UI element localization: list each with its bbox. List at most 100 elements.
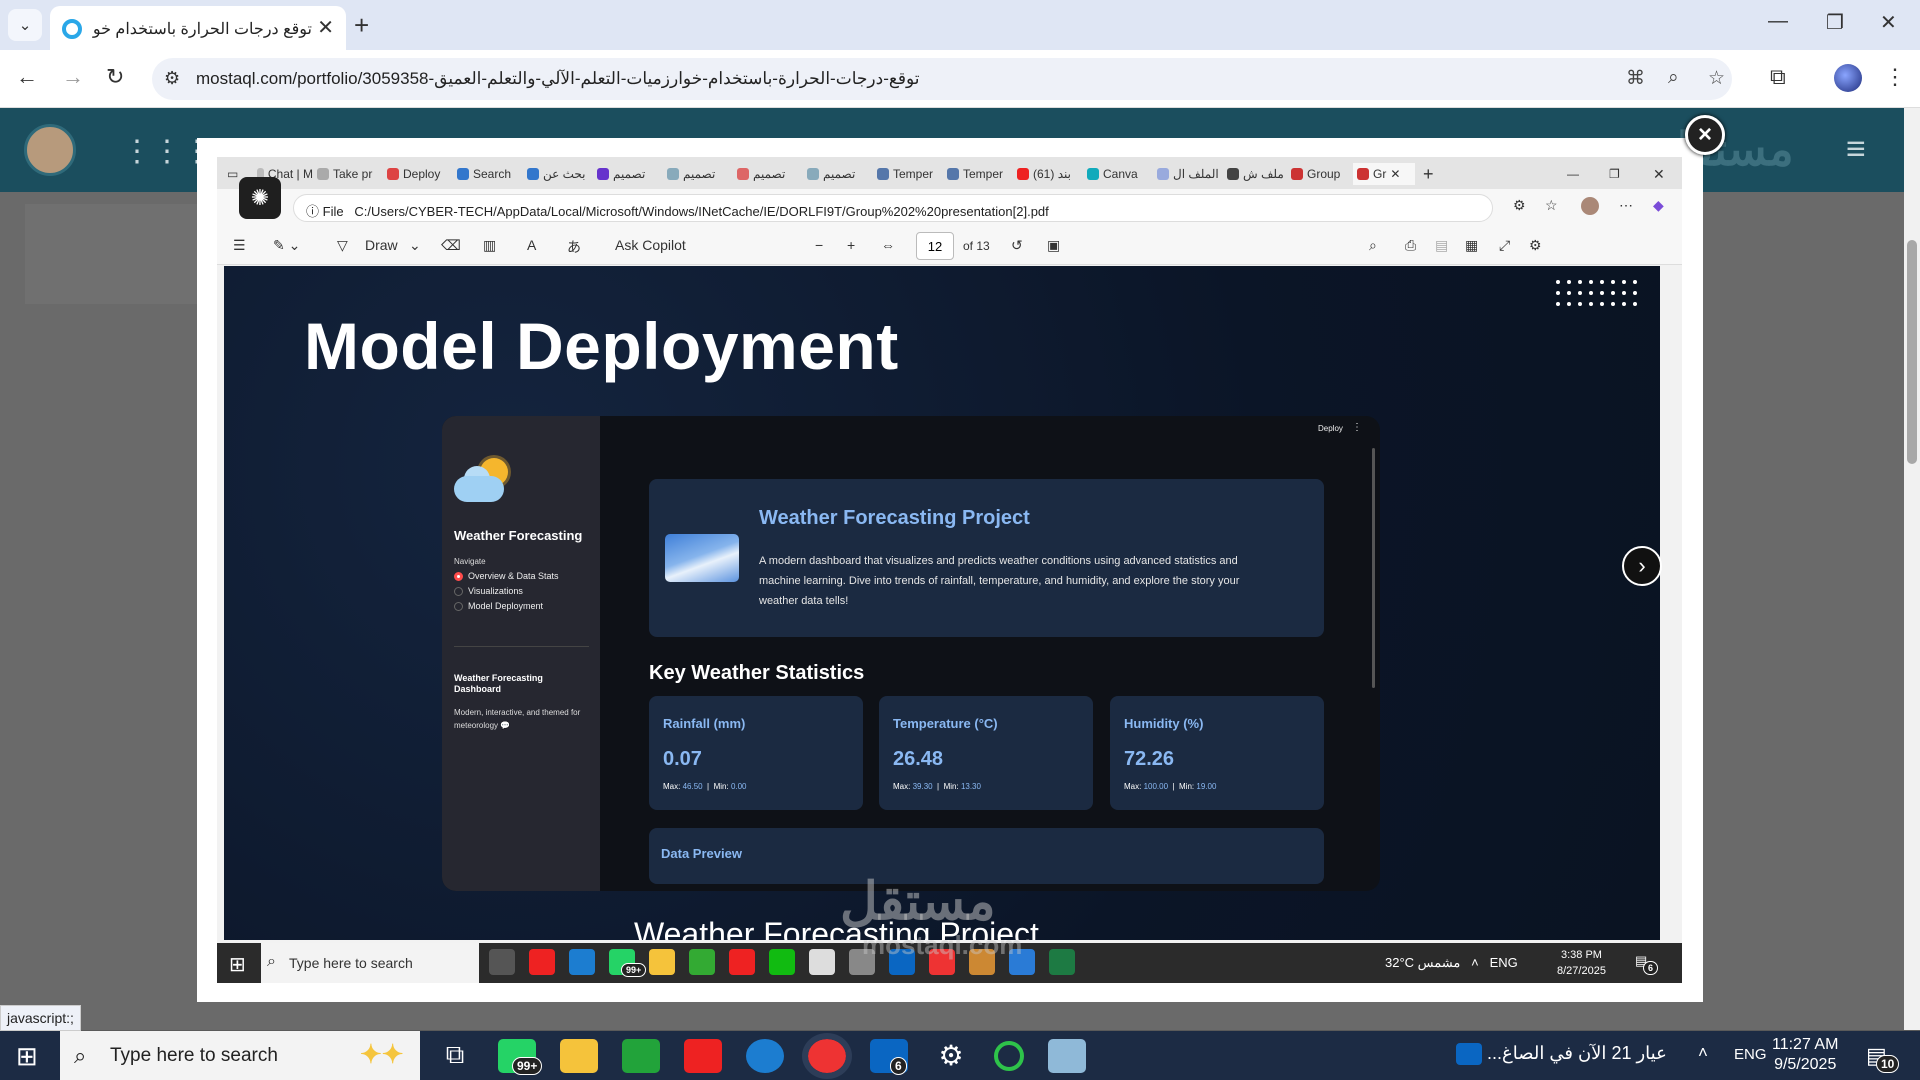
chrome-taskbar-icon[interactable] (802, 1033, 852, 1079)
taskbar-lang[interactable]: ENG (1734, 1046, 1767, 1063)
page-view-icon: ▥ (483, 237, 497, 253)
inner-tab: بحث عن (527, 163, 593, 185)
fit-width-icon: ⇔ (881, 237, 895, 253)
save-icon: ▤ (1435, 237, 1449, 253)
new-tab-button[interactable]: + (354, 10, 369, 41)
linkedin-taskbar-icon[interactable]: 6 (870, 1039, 908, 1075)
whatsapp-icon: 99+ (609, 949, 647, 977)
inner-tab: Deploy (387, 163, 453, 185)
minimize-icon[interactable]: — (1768, 10, 1788, 33)
tab-active[interactable]: توقع درجات الحرارة باستخدام خوارزميات ✕ (50, 6, 346, 50)
inner-extensions-icon: ⚙ (1513, 197, 1526, 213)
inner-tab-active: Gr ✕ (1353, 163, 1415, 185)
inner-tab: Temper (947, 163, 1013, 185)
excel-icon (1049, 949, 1075, 975)
sheets-taskbar-icon[interactable] (622, 1039, 660, 1073)
task-view-icon (489, 949, 515, 975)
task-view-button[interactable]: ⧉ (436, 1039, 474, 1073)
tab-search-dropdown[interactable]: ⌄ (8, 9, 42, 41)
stat-minmax: Max: 100.00 | Min: 19.00 (1124, 782, 1217, 791)
inner-tab: تصميم (807, 163, 873, 185)
inner-tab: تصميم (737, 163, 803, 185)
page-scrollbar-thumb[interactable] (1907, 240, 1917, 464)
dashboard-title: Weather Forecasting Dashboard (454, 673, 543, 694)
edge-taskbar-icon[interactable] (746, 1039, 784, 1073)
youtube-taskbar-icon[interactable] (684, 1039, 722, 1073)
start-button[interactable]: ⊞ (16, 1041, 38, 1072)
fullscreen-icon: ⤢ (1499, 237, 1511, 253)
stat-card-rainfall: Rainfall (mm) 0.07 Max: 46.50 | Min: 0.0… (649, 696, 863, 810)
app-deploy-button: Deploy (1318, 424, 1343, 433)
stat-value: 26.48 (893, 748, 944, 770)
inner-close-icon: ✕ (1653, 165, 1665, 182)
clouds-image (665, 534, 739, 582)
radio-visualizations: Visualizations (454, 586, 523, 596)
save-as-icon: ▦ (1465, 237, 1479, 253)
copilot-sparkle-icon: ✦✦ (360, 1039, 404, 1069)
zoom-icon[interactable]: ⌕ (1668, 67, 1679, 89)
inner-tab: الملف ال (1157, 163, 1223, 185)
draw-label: Draw (365, 237, 398, 253)
pdf-slide: Model Deployment Weather Forecasting Nav… (224, 266, 1660, 940)
taskbar-clock[interactable]: 11:27 AM 9/5/2025 (1772, 1035, 1838, 1075)
page-card (25, 204, 200, 304)
contents-icon: ☰ (233, 237, 246, 253)
profile-avatar[interactable] (1834, 64, 1862, 92)
weather-sun-cloud-icon (454, 454, 510, 506)
modal-close-button[interactable]: × (1685, 115, 1725, 155)
ring-app-icon (769, 949, 795, 975)
stat-minmax: Max: 39.30 | Min: 13.30 (893, 782, 981, 791)
address-bar[interactable]: ⚙ mostaql.com/portfolio/3059358-توقع-درج… (152, 58, 1732, 100)
inner-new-tab-icon: + (1423, 163, 1434, 184)
eraser-icon: ⌫ (441, 237, 461, 253)
taskbar-news-widget[interactable]: عيار 21 الآن في الصاغ... (1456, 1043, 1667, 1066)
stat-minmax: Max: 46.50 | Min: 0.00 (663, 782, 747, 791)
translate-icon[interactable]: ⌘ (1626, 67, 1645, 90)
site-info-icon[interactable]: ⚙ (164, 68, 180, 89)
read-aloud-icon: A (527, 237, 537, 253)
browser-toolbar: ← → ↻ ⚙ mostaql.com/portfolio/3059358-تو… (0, 50, 1920, 108)
stat-card-humidity: Humidity (%) 72.26 Max: 100.00 | Min: 19… (1110, 696, 1324, 810)
app-sidebar-title: Weather Forecasting (454, 528, 583, 543)
app-scrollbar (1372, 448, 1375, 688)
next-image-arrow[interactable]: › (1622, 546, 1662, 586)
inner-tray: 32°C مشمس ˄ ENG (1385, 955, 1518, 970)
whatsapp-taskbar-icon[interactable]: 99+ (498, 1039, 543, 1075)
taskbar-search[interactable]: ⌕ Type here to search ✦✦ (60, 1031, 420, 1080)
draw-dropdown-icon: ⌄ (409, 237, 421, 253)
back-button[interactable]: ← (16, 64, 38, 90)
inner-copilot-icon: ◆ (1653, 197, 1664, 213)
youtube-icon (529, 949, 555, 975)
restore-icon[interactable]: ❐ (1826, 10, 1844, 35)
notification-center-icon[interactable]: ▤ 10 (1866, 1043, 1900, 1073)
reload-button[interactable]: ↻ (106, 64, 124, 90)
ring-app-taskbar-icon[interactable] (994, 1041, 1024, 1071)
pdf-search-icon: ⌕ (1369, 237, 1377, 253)
inner-tab: Search (457, 163, 523, 185)
extensions-icon[interactable]: ⧉ (1770, 64, 1786, 90)
forward-button[interactable]: → (62, 64, 84, 90)
stat-value: 72.26 (1124, 748, 1175, 770)
settings-taskbar-icon[interactable]: ⚙ (932, 1039, 970, 1073)
close-window-icon[interactable]: ✕ (1880, 10, 1897, 35)
browser-menu-icon[interactable]: ⋮ (1884, 64, 1906, 90)
file-explorer-taskbar-icon[interactable] (560, 1039, 598, 1073)
draw-icon: ▽ (337, 237, 348, 253)
tray-expand-icon[interactable]: ˄ (1698, 1043, 1708, 1063)
dashboard-description: Modern, interactive, and themed for mete… (454, 708, 581, 730)
notepad-taskbar-icon[interactable] (1048, 1039, 1086, 1073)
file-explorer-icon (649, 949, 675, 975)
stat-title: Rainfall (mm) (663, 716, 746, 731)
user-avatar[interactable] (24, 124, 76, 176)
sidebar-divider (454, 646, 589, 647)
inner-tab: ملف ش (1227, 163, 1287, 185)
tab-close-icon[interactable]: ✕ (317, 15, 334, 40)
hero-title: Weather Forecasting Project (759, 507, 1030, 529)
store-icon (809, 949, 835, 975)
inner-search-placeholder: Type here to search (289, 955, 413, 971)
translate-icon: あ (567, 239, 581, 255)
inner-tab: Temper (877, 163, 943, 185)
bookmark-star-icon[interactable]: ☆ (1708, 67, 1725, 90)
inner-tab: Group (1291, 163, 1351, 185)
hamburger-menu-icon[interactable]: ≡ (1846, 130, 1866, 169)
